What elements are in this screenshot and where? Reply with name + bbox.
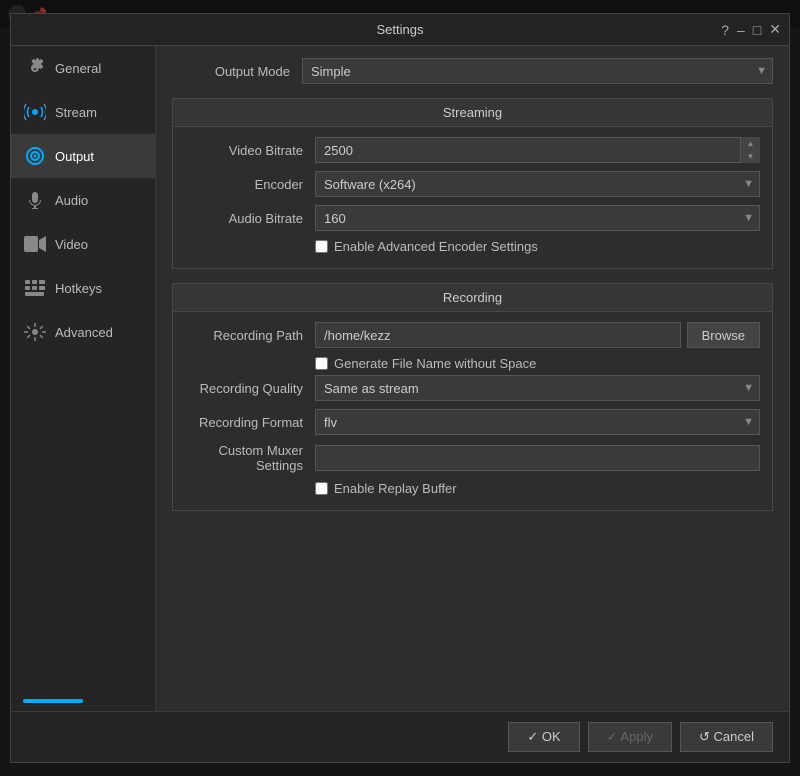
encoder-label: Encoder <box>185 177 315 192</box>
recording-path-label: Recording Path <box>185 328 315 343</box>
dialog-title: Settings <box>377 22 424 37</box>
sidebar-item-video[interactable]: Video <box>11 222 155 266</box>
recording-quality-select-wrapper: Same as stream High Quality, Medium File… <box>315 375 760 401</box>
output-mode-select-wrapper: Simple Advanced ▼ <box>302 58 773 84</box>
recording-format-select[interactable]: flv mp4 mov mkv ts m3u8 <box>315 409 760 435</box>
recording-format-row: Recording Format flv mp4 mov mkv ts m3u8 <box>185 409 760 435</box>
scroll-indicator <box>23 699 83 703</box>
recording-quality-label: Recording Quality <box>185 381 315 396</box>
streaming-section: Streaming Video Bitrate ▲ ▼ <box>172 98 773 269</box>
encoder-row: Encoder Software (x264) Hardware (NVENC)… <box>185 171 760 197</box>
video-bitrate-arrows: ▲ ▼ <box>740 137 760 163</box>
custom-muxer-label: Custom Muxer Settings <box>185 443 315 473</box>
audio-bitrate-select-wrapper: 160 128 96 64 ▼ <box>315 205 760 231</box>
dialog-footer: ✓ OK ✓ Apply ↺ Cancel <box>11 711 789 762</box>
dialog-controls: ? – □ ✕ <box>721 21 781 38</box>
audio-icon <box>23 188 47 212</box>
dialog-body: General Stream <box>11 46 789 711</box>
recording-path-input[interactable] <box>315 322 681 348</box>
video-bitrate-up[interactable]: ▲ <box>741 137 760 150</box>
recording-quality-select[interactable]: Same as stream High Quality, Medium File… <box>315 375 760 401</box>
audio-bitrate-select[interactable]: 160 128 96 64 <box>315 205 760 231</box>
output-mode-label: Output Mode <box>172 64 302 79</box>
sidebar-item-stream[interactable]: Stream <box>11 90 155 134</box>
custom-muxer-input[interactable] <box>315 445 760 471</box>
sidebar-item-audio[interactable]: Audio <box>11 178 155 222</box>
custom-muxer-row: Custom Muxer Settings <box>185 443 760 473</box>
sidebar: General Stream <box>11 46 156 711</box>
video-bitrate-input[interactable] <box>315 137 760 163</box>
sidebar-item-advanced[interactable]: Advanced <box>11 310 155 354</box>
advanced-encoder-checkbox[interactable] <box>315 240 328 253</box>
generate-filename-checkbox[interactable] <box>315 357 328 370</box>
hotkeys-icon <box>23 276 47 300</box>
output-mode-select[interactable]: Simple Advanced <box>302 58 773 84</box>
main-content: Output Mode Simple Advanced ▼ Streaming <box>156 46 789 711</box>
generate-filename-row: Generate File Name without Space <box>185 356 760 371</box>
advanced-icon <box>23 320 47 344</box>
recording-format-select-wrapper: flv mp4 mov mkv ts m3u8 ▼ <box>315 409 760 435</box>
output-icon <box>23 144 47 168</box>
apply-button[interactable]: ✓ Apply <box>588 722 672 752</box>
replay-buffer-label[interactable]: Enable Replay Buffer <box>334 481 457 496</box>
gear-icon <box>23 56 47 80</box>
recording-format-label: Recording Format <box>185 415 315 430</box>
sidebar-label-general: General <box>55 61 101 76</box>
help-button[interactable]: ? <box>721 22 729 38</box>
modal-overlay: Settings ? – □ ✕ General <box>0 0 800 776</box>
video-bitrate-spinbox: ▲ ▼ <box>315 137 760 163</box>
sidebar-item-output[interactable]: Output <box>11 134 155 178</box>
settings-dialog: Settings ? – □ ✕ General <box>10 13 790 763</box>
streaming-section-header: Streaming <box>173 99 772 127</box>
video-icon <box>23 232 47 256</box>
advanced-encoder-label[interactable]: Enable Advanced Encoder Settings <box>334 239 538 254</box>
sidebar-label-stream: Stream <box>55 105 97 120</box>
minimize-button[interactable]: – <box>737 22 745 38</box>
stream-icon <box>23 100 47 124</box>
sidebar-label-advanced: Advanced <box>55 325 113 340</box>
sidebar-label-audio: Audio <box>55 193 88 208</box>
replay-buffer-checkbox[interactable] <box>315 482 328 495</box>
sidebar-label-output: Output <box>55 149 94 164</box>
encoder-select[interactable]: Software (x264) Hardware (NVENC) <box>315 171 760 197</box>
audio-bitrate-label: Audio Bitrate <box>185 211 315 226</box>
video-bitrate-row: Video Bitrate ▲ ▼ <box>185 137 760 163</box>
streaming-section-content: Video Bitrate ▲ ▼ Encoder <box>173 127 772 268</box>
recording-section-content: Recording Path Browse Generate File Name… <box>173 312 772 510</box>
sidebar-label-hotkeys: Hotkeys <box>55 281 102 296</box>
sidebar-label-video: Video <box>55 237 88 252</box>
browse-button[interactable]: Browse <box>687 322 760 348</box>
recording-path-wrapper: Browse <box>315 322 760 348</box>
encoder-select-wrapper: Software (x264) Hardware (NVENC) ▼ <box>315 171 760 197</box>
replay-buffer-row: Enable Replay Buffer <box>185 481 760 496</box>
ok-button[interactable]: ✓ OK <box>508 722 579 752</box>
recording-section: Recording Recording Path Browse <box>172 283 773 511</box>
close-button[interactable]: ✕ <box>769 21 781 38</box>
audio-bitrate-row: Audio Bitrate 160 128 96 64 ▼ <box>185 205 760 231</box>
dialog-titlebar: Settings ? – □ ✕ <box>11 14 789 46</box>
recording-path-row: Recording Path Browse <box>185 322 760 348</box>
recording-quality-row: Recording Quality Same as stream High Qu… <box>185 375 760 401</box>
recording-section-header: Recording <box>173 284 772 312</box>
sidebar-item-hotkeys[interactable]: Hotkeys <box>11 266 155 310</box>
sidebar-item-general[interactable]: General <box>11 46 155 90</box>
cancel-button[interactable]: ↺ Cancel <box>680 722 773 752</box>
output-mode-row: Output Mode Simple Advanced ▼ <box>172 58 773 84</box>
video-bitrate-down[interactable]: ▼ <box>741 150 760 163</box>
advanced-encoder-row: Enable Advanced Encoder Settings <box>185 239 760 254</box>
video-bitrate-label: Video Bitrate <box>185 143 315 158</box>
maximize-button[interactable]: □ <box>753 22 761 38</box>
generate-filename-label[interactable]: Generate File Name without Space <box>334 356 536 371</box>
